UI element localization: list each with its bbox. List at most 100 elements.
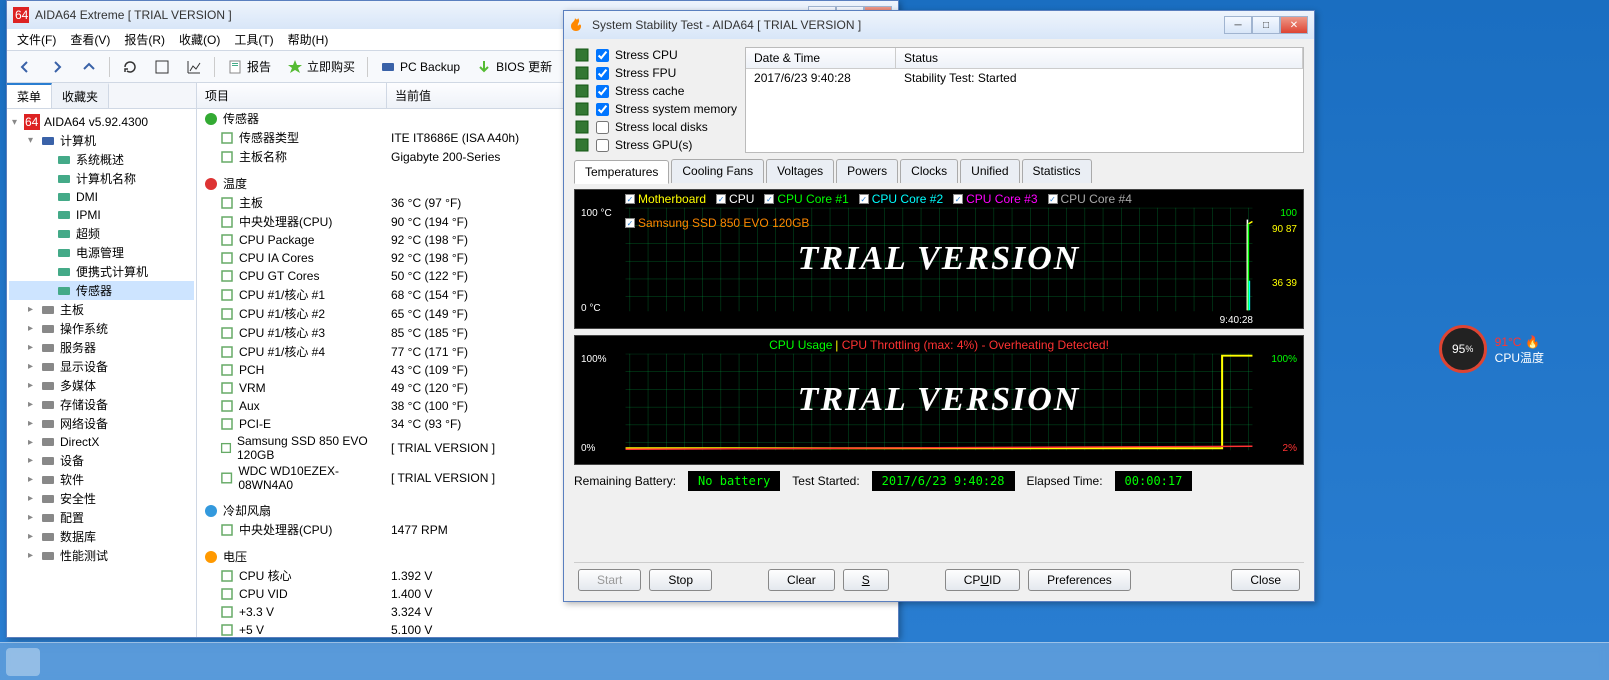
stab-maximize-button[interactable]: □ [1252, 16, 1280, 34]
menu-item[interactable]: 工具(T) [228, 29, 279, 50]
legend-checkbox[interactable]: ✓ [625, 218, 635, 228]
log-header-status[interactable]: Status [896, 48, 1303, 68]
col-header-item[interactable]: 项目 [197, 83, 387, 108]
log-row[interactable]: 2017/6/23 9:40:28Stability Test: Started [746, 69, 1303, 87]
component-icon [574, 137, 590, 153]
stress-checkbox[interactable] [596, 121, 609, 134]
menu-item[interactable]: 文件(F) [11, 29, 62, 50]
cpu-temp-widget[interactable]: 95% 91°C 🔥 CPU温度 [1439, 325, 1544, 373]
legend-item[interactable]: ✓Motherboard [625, 192, 706, 206]
taskbar[interactable] [0, 642, 1609, 680]
buy-now-button[interactable]: 立即购买 [281, 54, 361, 79]
list-row[interactable]: +5 V5.100 V [197, 621, 898, 637]
tree-item[interactable]: ▸DirectX [9, 433, 194, 451]
tree-item[interactable]: 计算机名称 [9, 169, 194, 188]
nav-up-button[interactable] [75, 55, 103, 79]
graph-tab[interactable]: Temperatures [574, 160, 669, 184]
preferences-button[interactable]: Preferences [1028, 569, 1131, 591]
tree-item[interactable]: ▸操作系统 [9, 319, 194, 338]
tree-item[interactable]: DMI [9, 188, 194, 206]
legend-item[interactable]: ✓CPU Core #3 [953, 192, 1037, 206]
tree-item[interactable]: ▸显示设备 [9, 357, 194, 376]
legend-checkbox[interactable]: ✓ [716, 194, 726, 204]
tree-item[interactable]: ▸多媒体 [9, 376, 194, 395]
tree-item[interactable]: 传感器 [9, 281, 194, 300]
menu-item[interactable]: 查看(V) [64, 29, 116, 50]
stress-option[interactable]: Stress system memory [574, 101, 737, 117]
tool-button-1[interactable] [148, 55, 176, 79]
save-button[interactable]: S [843, 569, 889, 591]
tree-item[interactable]: ▸服务器 [9, 338, 194, 357]
tree-root[interactable]: ▾64AIDA64 v5.92.4300 [9, 113, 194, 131]
nav-fwd-button[interactable] [43, 55, 71, 79]
tree-item[interactable]: 便携式计算机 [9, 262, 194, 281]
tree-item[interactable]: ▸数据库 [9, 527, 194, 546]
navigation-tree[interactable]: ▾64AIDA64 v5.92.4300▾计算机系统概述计算机名称DMIIPMI… [7, 109, 196, 637]
tab-favorites[interactable]: 收藏夹 [52, 83, 109, 108]
tree-item[interactable]: 系统概述 [9, 150, 194, 169]
legend-item[interactable]: ✓CPU Core #2 [859, 192, 943, 206]
bios-update-button[interactable]: BIOS 更新 [470, 54, 558, 79]
tree-item[interactable]: ▸主板 [9, 300, 194, 319]
tree-item[interactable]: IPMI [9, 206, 194, 224]
stress-checkbox[interactable] [596, 139, 609, 152]
tree-item[interactable]: ▾计算机 [9, 131, 194, 150]
legend-item[interactable]: ✓Samsung SSD 850 EVO 120GB [625, 216, 809, 230]
start-button[interactable]: Start [578, 569, 641, 591]
tree-item[interactable]: ▸性能测试 [9, 546, 194, 565]
list-row[interactable]: +3.3 V3.324 V [197, 603, 898, 621]
graph-tab[interactable]: Statistics [1022, 159, 1092, 183]
tree-item[interactable]: ▸设备 [9, 451, 194, 470]
menu-item[interactable]: 报告(R) [118, 29, 171, 50]
stab-minimize-button[interactable]: ─ [1224, 16, 1252, 34]
stress-option[interactable]: Stress cache [574, 83, 737, 99]
tree-item[interactable]: ▸配置 [9, 508, 194, 527]
graph-tabs: TemperaturesCooling FansVoltagesPowersCl… [574, 159, 1304, 183]
tree-item[interactable]: ▸安全性 [9, 489, 194, 508]
stress-checkbox[interactable] [596, 67, 609, 80]
stability-titlebar[interactable]: System Stability Test - AIDA64 [ TRIAL V… [564, 11, 1314, 39]
legend-item[interactable]: ✓CPU Core #1 [764, 192, 848, 206]
stress-option[interactable]: Stress GPU(s) [574, 137, 737, 153]
legend-checkbox[interactable]: ✓ [1048, 194, 1058, 204]
menu-item[interactable]: 帮助(H) [282, 29, 335, 50]
legend-checkbox[interactable]: ✓ [953, 194, 963, 204]
stress-checkbox[interactable] [596, 103, 609, 116]
clear-button[interactable]: Clear [768, 569, 835, 591]
cpuid-button[interactable]: CPUID [945, 569, 1020, 591]
stop-button[interactable]: Stop [649, 569, 712, 591]
tree-item[interactable]: 超频 [9, 224, 194, 243]
start-button[interactable] [6, 648, 40, 676]
legend-checkbox[interactable]: ✓ [764, 194, 774, 204]
stress-option[interactable]: Stress local disks [574, 119, 737, 135]
stress-checkbox[interactable] [596, 49, 609, 62]
stab-close-button[interactable]: ✕ [1280, 16, 1308, 34]
graph-tab[interactable]: Powers [836, 159, 898, 183]
legend-checkbox[interactable]: ✓ [625, 194, 635, 204]
report-icon [227, 59, 243, 75]
tree-item[interactable]: ▸软件 [9, 470, 194, 489]
pc-backup-button[interactable]: PC Backup [374, 55, 466, 79]
stress-option[interactable]: Stress FPU [574, 65, 737, 81]
graph-tab[interactable]: Unified [960, 159, 1019, 183]
tree-item[interactable]: ▸网络设备 [9, 414, 194, 433]
legend-item[interactable]: ✓CPU [716, 192, 754, 206]
stress-option[interactable]: Stress CPU [574, 47, 737, 63]
log-header-datetime[interactable]: Date & Time [746, 48, 896, 68]
graph-tab[interactable]: Cooling Fans [671, 159, 764, 183]
main-title-text: AIDA64 Extreme [ TRIAL VERSION ] [35, 8, 232, 22]
close-button[interactable]: Close [1231, 569, 1300, 591]
menu-item[interactable]: 收藏(O) [173, 29, 226, 50]
legend-item[interactable]: ✓CPU Core #4 [1048, 192, 1132, 206]
nav-back-button[interactable] [11, 55, 39, 79]
graph-tab[interactable]: Voltages [766, 159, 834, 183]
legend-checkbox[interactable]: ✓ [859, 194, 869, 204]
graph-tab[interactable]: Clocks [900, 159, 958, 183]
chart-button[interactable] [180, 55, 208, 79]
refresh-button[interactable] [116, 55, 144, 79]
tree-item[interactable]: 电源管理 [9, 243, 194, 262]
tree-item[interactable]: ▸存储设备 [9, 395, 194, 414]
tab-menu[interactable]: 菜单 [7, 83, 52, 108]
report-button[interactable]: 报告 [221, 54, 277, 79]
stress-checkbox[interactable] [596, 85, 609, 98]
